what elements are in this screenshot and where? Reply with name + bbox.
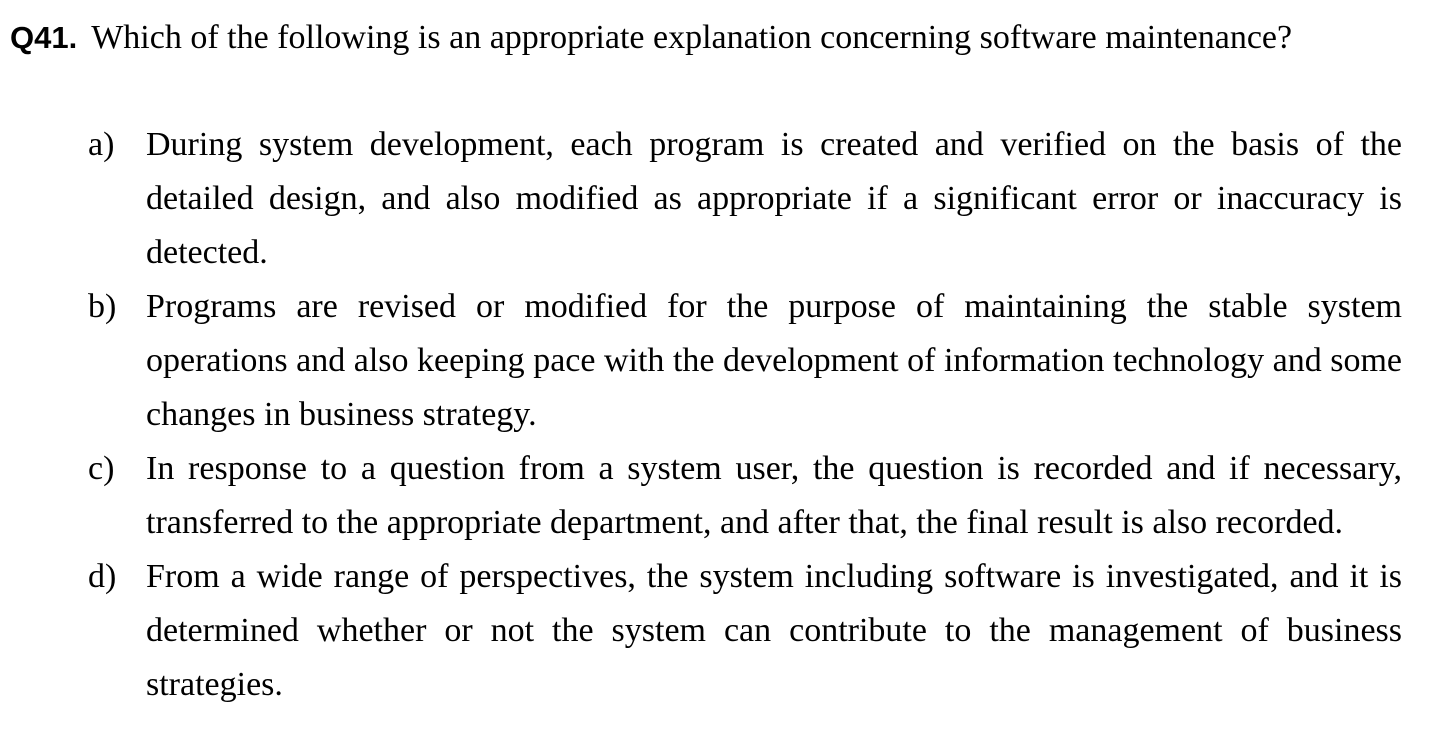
question-text: Which of the following is an appropriate… — [91, 19, 1293, 56]
option-b: b) Programs are revised or modified for … — [88, 280, 1402, 442]
option-label: c) — [88, 450, 115, 487]
question-number: Q41. — [10, 20, 78, 55]
option-d: d) From a wide range of perspectives, th… — [88, 550, 1402, 712]
option-text: Programs are revised or modified for the… — [146, 288, 1402, 433]
option-a: a) During system development, each progr… — [88, 118, 1402, 280]
option-label: b) — [88, 288, 117, 325]
option-c: c) In response to a question from a syst… — [88, 442, 1402, 550]
option-text: From a wide range of perspectives, the s… — [146, 558, 1402, 703]
option-label: a) — [88, 126, 115, 163]
answer-options: a) During system development, each progr… — [88, 118, 1402, 712]
option-text: In response to a question from a system … — [146, 450, 1402, 541]
option-label: d) — [88, 558, 117, 595]
option-text: During system development, each program … — [146, 126, 1402, 271]
exam-page: Q41. Which of the following is an appropr… — [0, 0, 1450, 730]
question-stem: Q41. Which of the following is an appropr… — [10, 12, 1292, 70]
